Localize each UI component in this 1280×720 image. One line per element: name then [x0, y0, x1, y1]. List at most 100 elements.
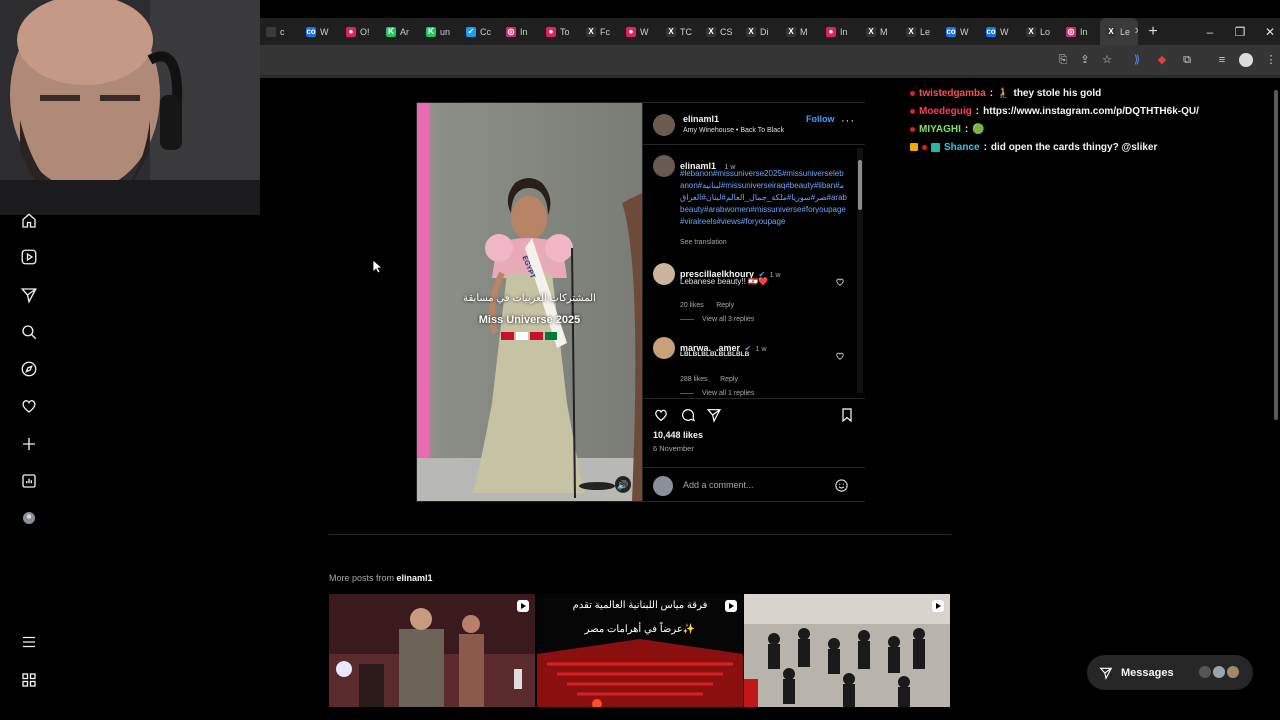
view-replies-link[interactable]: View all 1 replies — [702, 390, 754, 397]
view-replies-row[interactable]: View all 3 replies — [680, 316, 754, 323]
comment-like-icon[interactable] — [835, 277, 845, 287]
extension-shield-icon[interactable]: ◆ — [1155, 53, 1169, 67]
tab-title: In — [1080, 26, 1088, 37]
browser-tab[interactable]: ● In — [820, 18, 860, 45]
view-replies-row[interactable]: View all 1 replies — [680, 390, 754, 397]
audio-track[interactable]: Back To Black — [740, 127, 784, 134]
install-app-icon[interactable]: ⇪ — [1078, 53, 1092, 67]
browser-tab[interactable]: X CS — [700, 18, 740, 45]
tab-favicon-icon: X — [786, 26, 796, 37]
browser-tab[interactable]: X Le✕ — [1100, 18, 1138, 45]
caption-hashtags[interactable]: #lebanon#missuniverse2025#missuniversele… — [680, 168, 848, 228]
chat-text: did open the cards thingy? @sliker — [990, 141, 1158, 153]
extension-audio-icon[interactable]: ⟫ — [1130, 53, 1144, 67]
author-username[interactable]: elinaml1 — [683, 114, 719, 124]
browser-tab[interactable]: XM — [780, 18, 820, 45]
video-overlay-title: Miss Universe 2025 — [478, 314, 581, 326]
tab-favicon-icon: K — [386, 26, 396, 37]
bookmark-star-icon[interactable]: ☆ — [1100, 53, 1114, 67]
browser-tab[interactable]: ● To — [540, 18, 580, 45]
apps-icon[interactable] — [20, 671, 38, 689]
menu-icon[interactable] — [20, 633, 38, 651]
comment-reply-button[interactable]: Reply — [720, 376, 738, 383]
browser-tab[interactable]: X Fc — [580, 18, 620, 45]
dashboard-icon[interactable] — [20, 472, 38, 490]
tab-title: W — [640, 26, 649, 37]
add-comment-input[interactable]: Add a comment... — [683, 480, 754, 490]
tab-close-icon[interactable]: ✕ — [1134, 26, 1138, 37]
explore-icon[interactable] — [20, 360, 38, 378]
chat-badge-dot — [922, 144, 927, 150]
browser-tab[interactable]: ◎ In — [500, 18, 540, 45]
restore-button[interactable]: ❐ — [1225, 18, 1255, 45]
browser-tab[interactable]: ● O! — [340, 18, 380, 45]
share-icon[interactable] — [706, 407, 722, 423]
home-icon[interactable] — [20, 212, 38, 230]
browser-menu-icon[interactable]: ⋮ — [1264, 53, 1278, 67]
comment-avatar[interactable] — [653, 337, 675, 359]
translate-icon[interactable]: ⎘ — [1056, 53, 1070, 67]
browser-tab[interactable]: co W — [940, 18, 980, 45]
save-bookmark-icon[interactable] — [839, 407, 855, 423]
browser-tab[interactable]: X Le — [900, 18, 940, 45]
chat-emote: 🧎 — [997, 87, 1010, 99]
browser-tab[interactable]: X Lo — [1020, 18, 1060, 45]
send-icon[interactable] — [20, 286, 38, 304]
new-tab-button[interactable]: + — [1144, 23, 1162, 41]
browser-profile-avatar[interactable] — [1239, 53, 1253, 67]
browser-tab[interactable]: XM — [860, 18, 900, 45]
browser-tab[interactable]: K Ar — [380, 18, 420, 45]
chat-separator: : — [983, 141, 987, 153]
audio-artist[interactable]: Amy Winehouse — [683, 127, 734, 134]
mute-icon[interactable]: 🔊 — [615, 477, 631, 493]
post-video[interactable]: المشتركات العربيات في مسابقة Miss Univer… — [417, 103, 642, 501]
browser-tab[interactable]: co W — [300, 18, 340, 45]
more-post-thumbnail[interactable] — [744, 594, 950, 707]
chat-text: 🟢 — [972, 123, 985, 135]
reel-icon — [725, 600, 737, 612]
comment-reply-button[interactable]: Reply — [716, 302, 734, 309]
minimize-button[interactable]: – — [1195, 18, 1225, 45]
browser-tab[interactable]: X TC — [660, 18, 700, 45]
comment-likes[interactable]: 20 likes — [680, 302, 704, 309]
comments-scroll-thumb[interactable] — [858, 160, 862, 210]
like-icon[interactable] — [653, 407, 669, 423]
browser-tab[interactable]: ✓ Cc — [460, 18, 500, 45]
more-post-thumbnail[interactable]: فرقة مياس اللبنانية العالمية تقدم عرضاً … — [537, 594, 743, 707]
more-post-thumbnail[interactable] — [329, 594, 535, 707]
follow-button[interactable]: Follow — [806, 114, 835, 124]
profile-avatar[interactable] — [20, 509, 38, 527]
comment-avatar[interactable] — [653, 263, 675, 285]
search-icon[interactable] — [20, 323, 38, 341]
comment-icon[interactable] — [680, 407, 696, 423]
browser-tab[interactable]: ● W — [620, 18, 660, 45]
author-avatar[interactable] — [653, 114, 675, 136]
caption-avatar[interactable] — [653, 155, 675, 177]
tab-title: c — [280, 26, 285, 37]
more-options-icon[interactable]: ··· — [841, 115, 855, 127]
tab-favicon-icon — [266, 26, 276, 37]
heart-icon[interactable] — [20, 397, 38, 415]
extensions-puzzle-icon[interactable]: ⧉ — [1180, 53, 1194, 67]
close-window-button[interactable]: ✕ — [1255, 18, 1280, 45]
emoji-icon[interactable] — [834, 478, 849, 493]
browser-tab[interactable]: co W — [980, 18, 1020, 45]
video-overlay-arabic-text: المشتركات العربيات في مسابقة — [463, 293, 596, 304]
browser-tab[interactable]: Kun — [420, 18, 460, 45]
see-translation-link[interactable]: See translation — [680, 239, 727, 246]
tab-title: Fc — [600, 26, 610, 37]
likes-count[interactable]: 10,448 likes — [653, 430, 703, 440]
view-replies-link[interactable]: View all 3 replies — [702, 316, 754, 323]
create-icon[interactable] — [20, 435, 38, 453]
browser-tab[interactable]: X Di — [740, 18, 780, 45]
browser-tab[interactable]: ◎ In — [1060, 18, 1100, 45]
messages-button[interactable]: Messages — [1087, 655, 1253, 690]
more-posts-username[interactable]: elinaml1 — [397, 573, 433, 583]
reels-icon[interactable] — [20, 248, 38, 266]
page-scrollbar[interactable] — [1274, 90, 1278, 420]
tab-search-icon[interactable]: ≡ — [1215, 53, 1229, 67]
comments-scrollbar[interactable] — [857, 148, 863, 393]
browser-tab[interactable]: c — [260, 18, 300, 45]
comment-like-icon[interactable] — [835, 351, 845, 361]
comment-likes[interactable]: 288 likes — [680, 376, 708, 383]
